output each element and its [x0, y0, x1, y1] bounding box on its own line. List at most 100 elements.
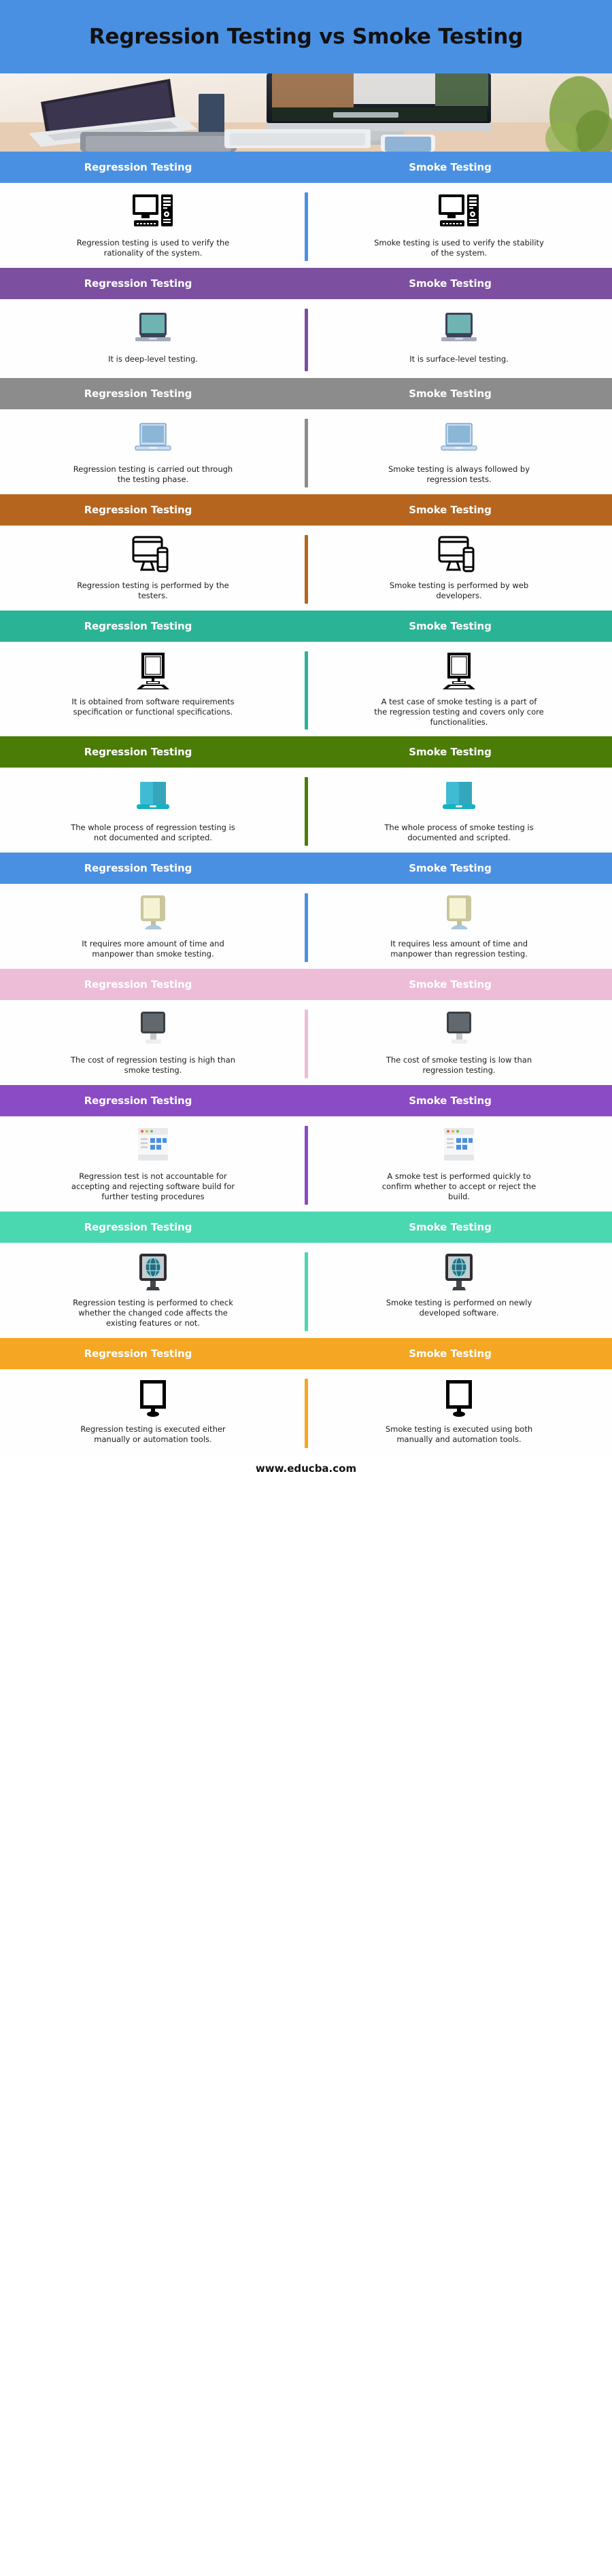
band-label-right-9: Smoke Testing	[409, 1095, 492, 1107]
comparison-cell-left-1: Regression testing is used to verify the…	[0, 191, 306, 258]
row-divider-3	[304, 418, 308, 487]
globe-monitor-icon	[133, 1251, 173, 1293]
browser-window-icon	[439, 1124, 479, 1167]
crt-monitor-cream-icon	[439, 892, 479, 934]
comparison-text-left-5: It is obtained from software requirement…	[71, 696, 235, 717]
infographic-root: Regression Testing vs Smoke Testing Regr…	[0, 0, 612, 1482]
comparison-text-right-6: The whole process of smoke testing is do…	[384, 823, 534, 843]
comparison-cell-left-10: Regression testing is performed to check…	[0, 1251, 306, 1328]
comparison-row-1: Regression testing is used to verify the…	[0, 183, 612, 268]
band-label-right-11: Smoke Testing	[409, 1347, 492, 1360]
laptop-teal-icon	[437, 307, 481, 349]
laptop-blue-icon	[437, 417, 481, 460]
comparison-text-left-7: It requires more amount of time and manp…	[82, 939, 224, 959]
row-divider-11	[304, 1378, 308, 1448]
comparison-cell-right-10: Smoke testing is performed on newly deve…	[306, 1251, 612, 1328]
band-label-left-8: Regression Testing	[84, 978, 192, 991]
comparison-text-left-1: Regression testing is used to verify the…	[76, 238, 230, 258]
globe-monitor-icon	[439, 1251, 479, 1293]
monitor-keyboard-icon	[133, 650, 173, 692]
crt-monitor-cream-icon	[133, 892, 173, 934]
band-label-left-3: Regression Testing	[84, 387, 192, 400]
monitor-dark-icon	[133, 1008, 173, 1050]
band-label-right-8: Smoke Testing	[409, 978, 492, 991]
band-label-right-1: Smoke Testing	[409, 161, 492, 173]
monitor-outline-icon	[439, 1377, 479, 1420]
comparison-row-8: The cost of regression testing is high t…	[0, 1000, 612, 1086]
row-divider-7	[304, 893, 308, 963]
comparison-text-left-2: It is deep-level testing.	[108, 354, 198, 364]
comparison-cell-left-2: It is deep-level testing.	[0, 307, 306, 368]
section-band-2: Regression Testing Smoke Testing	[0, 267, 612, 299]
comparison-text-right-11: Smoke testing is executed using both man…	[385, 1424, 533, 1444]
band-label-left-4: Regression Testing	[84, 503, 192, 516]
comparison-cell-right-4: Smoke testing is performed by web develo…	[306, 534, 612, 601]
comparison-text-right-2: It is surface-level testing.	[409, 354, 509, 364]
band-label-right-10: Smoke Testing	[409, 1220, 492, 1233]
comparison-row-2: It is deep-level testing. It is surface-…	[0, 298, 612, 378]
comparison-text-right-5: A test case of smoke testing is a part o…	[374, 696, 544, 727]
row-divider-1	[304, 192, 308, 261]
laptop-cyan-icon	[437, 776, 481, 818]
comparison-cell-right-11: Smoke testing is executed using both man…	[306, 1377, 612, 1445]
comparison-row-5: It is obtained from software requirement…	[0, 641, 612, 737]
comparison-cell-left-8: The cost of regression testing is high t…	[0, 1008, 306, 1076]
comparison-cell-right-7: It requires less amount of time and manp…	[306, 892, 612, 959]
comparison-text-left-4: Regression testing is performed by the t…	[77, 580, 229, 600]
page-title: Regression Testing vs Smoke Testing	[88, 24, 524, 49]
row-divider-2	[304, 308, 308, 371]
row-divider-9	[304, 1126, 308, 1205]
row-divider-4	[304, 534, 308, 604]
section-band-4: Regression Testing Smoke Testing	[0, 494, 612, 526]
comparison-cell-right-8: The cost of smoke testing is low than re…	[306, 1008, 612, 1076]
monitor-outline-icon	[133, 1377, 173, 1420]
section-band-5: Regression Testing Smoke Testing	[0, 610, 612, 642]
band-label-right-2: Smoke Testing	[409, 277, 492, 290]
comparison-row-6: The whole process of regression testing …	[0, 768, 612, 853]
comparison-cell-left-5: It is obtained from software requirement…	[0, 650, 306, 727]
comparison-text-left-10: Regression testing is performed to check…	[73, 1297, 233, 1328]
comparison-cell-left-6: The whole process of regression testing …	[0, 776, 306, 843]
hero-photo	[0, 73, 612, 152]
comparison-row-11: Regression testing is executed either ma…	[0, 1369, 612, 1455]
comparison-row-3: Regression testing is carried out throug…	[0, 409, 612, 494]
band-label-left-1: Regression Testing	[84, 161, 192, 173]
comparison-cell-right-1: Smoke testing is used to verify the stab…	[306, 191, 612, 258]
comparison-text-right-1: Smoke testing is used to verify the stab…	[374, 238, 544, 258]
comparison-text-left-8: The cost of regression testing is high t…	[70, 1055, 236, 1076]
laptop-teal-icon	[131, 307, 175, 349]
comparison-cell-right-9: A smoke test is performed quickly to con…	[306, 1124, 612, 1202]
comparison-text-right-7: It requires less amount of time and manp…	[390, 939, 528, 959]
comparison-row-4: Regression testing is performed by the t…	[0, 525, 612, 611]
comparison-cell-right-3: Smoke testing is always followed by regr…	[306, 417, 612, 485]
band-label-left-2: Regression Testing	[84, 277, 192, 290]
row-divider-10	[304, 1252, 308, 1331]
band-label-right-3: Smoke Testing	[409, 387, 492, 400]
row-divider-5	[304, 651, 308, 730]
comparison-text-left-9: Regression test is not accountable for a…	[71, 1171, 235, 1201]
comparison-cell-left-9: Regression test is not accountable for a…	[0, 1124, 306, 1202]
comparison-cell-right-5: A test case of smoke testing is a part o…	[306, 650, 612, 727]
comparison-text-right-3: Smoke testing is always followed by regr…	[388, 464, 530, 484]
comparison-text-right-10: Smoke testing is performed on newly deve…	[386, 1297, 532, 1318]
comparison-text-left-3: Regression testing is carried out throug…	[73, 464, 233, 484]
section-band-10: Regression Testing Smoke Testing	[0, 1211, 612, 1243]
band-label-left-10: Regression Testing	[84, 1220, 192, 1233]
comparison-text-right-9: A smoke test is performed quickly to con…	[381, 1171, 537, 1201]
section-band-11: Regression Testing Smoke Testing	[0, 1337, 612, 1369]
section-band-6: Regression Testing Smoke Testing	[0, 736, 612, 768]
laptop-cyan-icon	[131, 776, 175, 818]
comparison-cell-right-6: The whole process of smoke testing is do…	[306, 776, 612, 843]
comparison-cell-left-3: Regression testing is carried out throug…	[0, 417, 306, 485]
band-label-left-5: Regression Testing	[84, 619, 192, 632]
band-label-right-4: Smoke Testing	[409, 503, 492, 516]
band-label-left-6: Regression Testing	[84, 746, 192, 759]
section-band-7: Regression Testing Smoke Testing	[0, 853, 612, 885]
comparison-cell-right-2: It is surface-level testing.	[306, 307, 612, 368]
comparison-cell-left-11: Regression testing is executed either ma…	[0, 1377, 306, 1445]
desktop-tower-icon	[438, 191, 480, 233]
footer-url: www.educba.com	[255, 1462, 357, 1475]
band-label-left-9: Regression Testing	[84, 1095, 192, 1107]
comparison-row-7: It requires more amount of time and manp…	[0, 884, 612, 969]
section-band-9: Regression Testing Smoke Testing	[0, 1085, 612, 1117]
